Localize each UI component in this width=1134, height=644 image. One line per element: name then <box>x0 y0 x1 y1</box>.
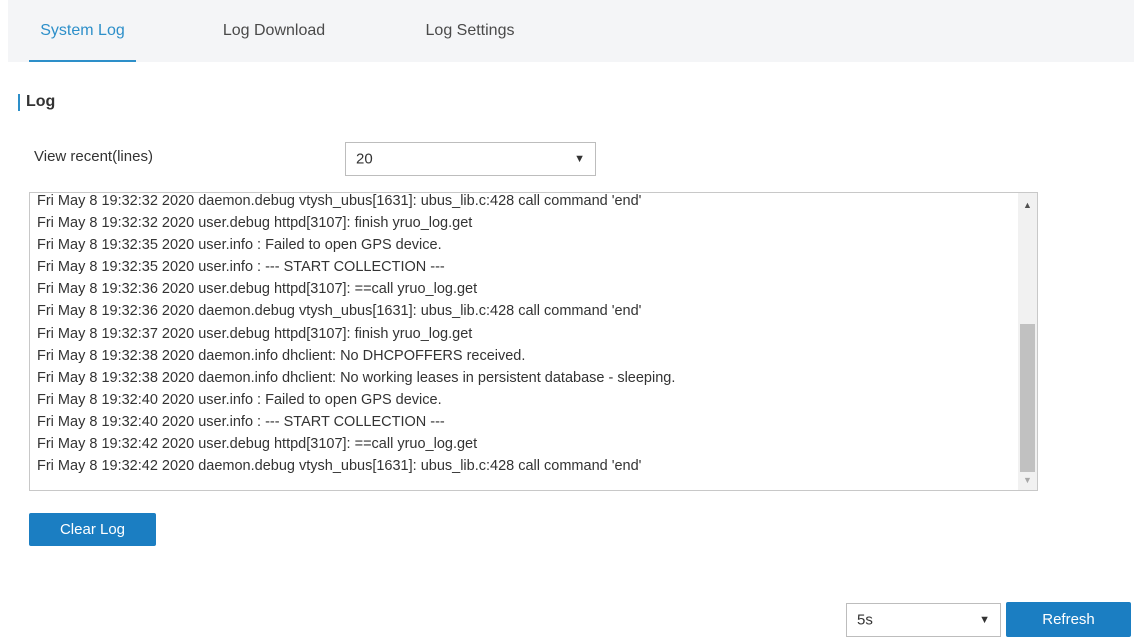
log-textarea[interactable]: Fri May 8 19:32:32 2020 daemon.debug vty… <box>29 192 1038 491</box>
log-line: Fri May 8 19:32:36 2020 user.debug httpd… <box>37 281 478 298</box>
chevron-down-icon: ▼ <box>574 153 585 165</box>
view-recent-value: 20 <box>356 150 373 168</box>
tab-log-download[interactable]: Log Download <box>204 0 344 62</box>
chevron-down-icon: ▼ <box>979 614 990 626</box>
log-line: Fri May 8 19:32:42 2020 user.debug httpd… <box>37 436 478 453</box>
log-line: Fri May 8 19:32:37 2020 user.debug httpd… <box>37 325 473 342</box>
view-recent-select[interactable]: 20 ▼ <box>345 142 596 176</box>
section-accent-bar <box>18 93 20 111</box>
log-line: Fri May 8 19:32:38 2020 daemon.info dhcl… <box>37 369 676 386</box>
clear-log-button[interactable]: Clear Log <box>29 513 156 546</box>
refresh-interval-value: 5s <box>857 611 873 629</box>
scrollbar-thumb[interactable] <box>1020 324 1035 472</box>
view-recent-label: View recent(lines) <box>34 148 153 165</box>
section-title: Log <box>26 93 56 110</box>
log-line: Fri May 8 19:32:32 2020 user.debug httpd… <box>37 215 473 232</box>
log-line: Fri May 8 19:32:40 2020 user.info : --- … <box>37 413 445 430</box>
tab-bar: System Log Log Download Log Settings <box>8 0 1134 62</box>
section-header: Log <box>18 92 55 112</box>
log-line: Fri May 8 19:32:36 2020 daemon.debug vty… <box>37 303 642 320</box>
log-line: Fri May 8 19:32:35 2020 user.info : Fail… <box>37 237 442 254</box>
log-line: Fri May 8 19:32:42 2020 daemon.debug vty… <box>37 458 642 475</box>
scroll-down-arrow-icon[interactable]: ▼ <box>1018 472 1037 488</box>
log-scrollbar[interactable]: ▲ ▼ <box>1018 193 1037 490</box>
log-line: Fri May 8 19:32:32 2020 daemon.debug vty… <box>37 193 642 209</box>
tab-log-settings[interactable]: Log Settings <box>410 0 530 62</box>
refresh-interval-select[interactable]: 5s ▼ <box>846 603 1001 637</box>
log-line: Fri May 8 19:32:40 2020 user.info : Fail… <box>37 391 442 408</box>
log-lines: Fri May 8 19:32:32 2020 daemon.debug vty… <box>37 193 1015 477</box>
log-line: Fri May 8 19:32:35 2020 user.info : --- … <box>37 259 445 276</box>
refresh-button[interactable]: Refresh <box>1006 602 1131 637</box>
log-line: Fri May 8 19:32:38 2020 daemon.info dhcl… <box>37 347 526 364</box>
tab-system-log[interactable]: System Log <box>29 0 136 62</box>
scroll-up-arrow-icon[interactable]: ▲ <box>1018 197 1037 213</box>
